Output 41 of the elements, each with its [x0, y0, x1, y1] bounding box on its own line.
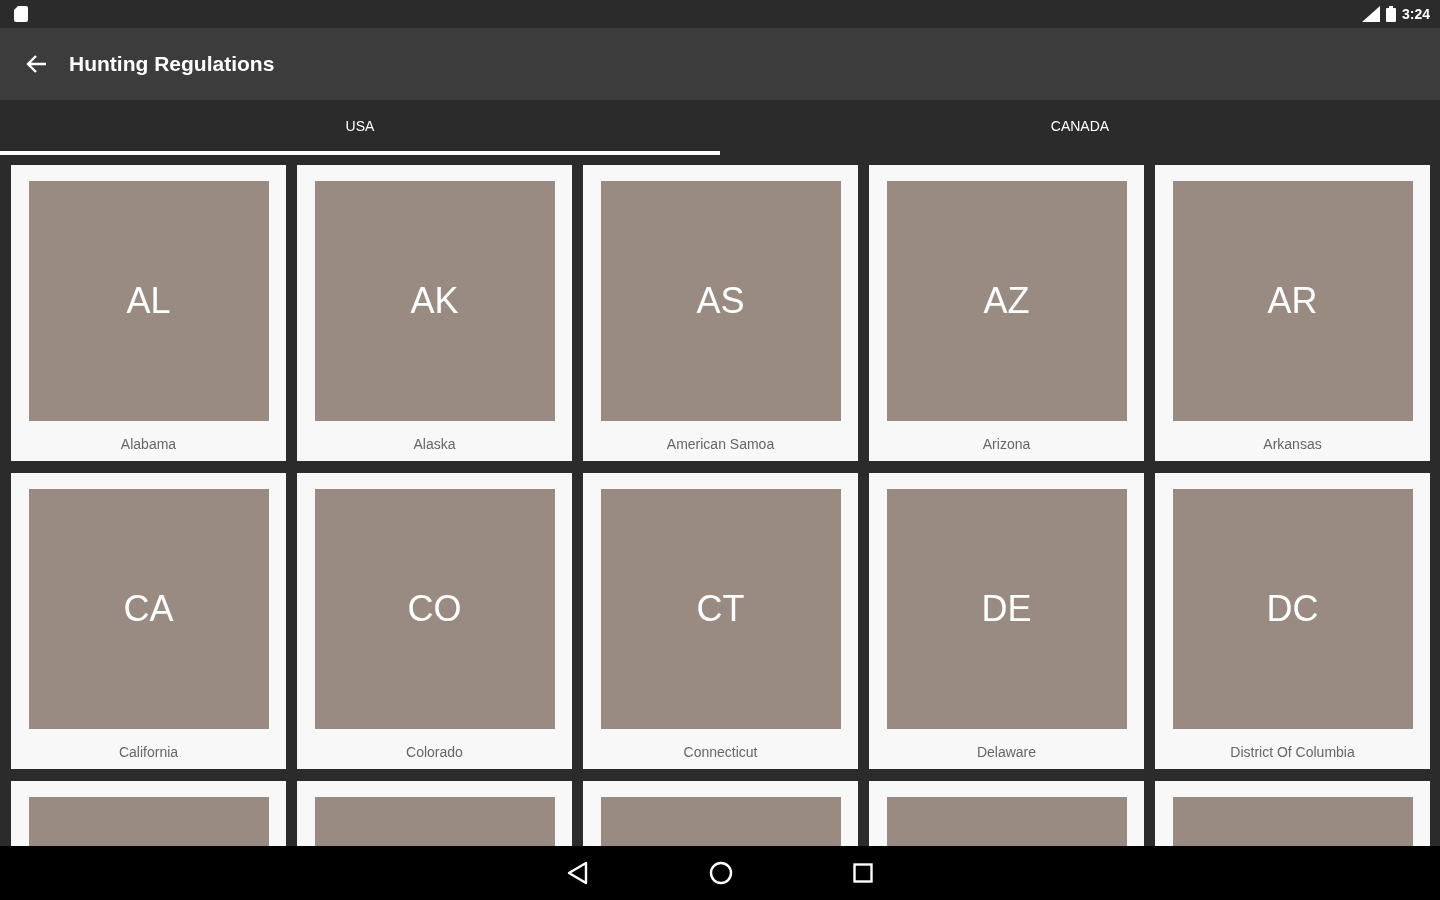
- state-code: AL: [126, 280, 171, 322]
- state-card[interactable]: AK Alaska: [297, 165, 572, 461]
- tab[interactable]: CANADA: [720, 100, 1440, 155]
- state-card[interactable]: CA California: [11, 473, 286, 769]
- state-name: Alabama: [120, 436, 177, 452]
- screen-title: Hunting Regulations: [69, 52, 275, 76]
- state-name: Colorado: [406, 744, 463, 760]
- battery-icon: [1385, 6, 1396, 22]
- state-code: CT: [696, 588, 745, 630]
- state-name: Alaska: [413, 436, 456, 452]
- state-code: CO: [407, 588, 462, 630]
- state-name: Arizona: [982, 436, 1031, 452]
- state-card[interactable]: AR Arkansas: [1155, 165, 1430, 461]
- state-name: Delaware: [976, 744, 1037, 760]
- state-card[interactable]: AZ Arizona: [869, 165, 1144, 461]
- home-icon[interactable]: [709, 861, 733, 885]
- back-icon[interactable]: [567, 861, 589, 885]
- sd-card-icon: [14, 6, 28, 22]
- state-card[interactable]: DE Delaware: [869, 473, 1144, 769]
- state-code: DC: [1266, 588, 1319, 630]
- state-name: Connecticut: [683, 744, 758, 760]
- state-code: DE: [981, 588, 1032, 630]
- state-card[interactable]: AS American Samoa: [583, 165, 858, 461]
- state-name: California: [118, 744, 179, 760]
- state-card[interactable]: AL Alabama: [11, 165, 286, 461]
- signal-icon: [1361, 6, 1380, 22]
- state-card[interactable]: CT Connecticut: [583, 473, 858, 769]
- state-code: AK: [410, 280, 459, 322]
- state-code: AS: [696, 280, 745, 322]
- clock-time: 3:24: [1401, 6, 1430, 22]
- state-name: District Of Columbia: [1230, 744, 1355, 760]
- state-code: AR: [1267, 280, 1318, 322]
- state-name: Arkansas: [1263, 436, 1322, 452]
- state-card[interactable]: DC District Of Columbia: [1155, 473, 1430, 769]
- back-arrow-icon[interactable]: [25, 54, 47, 74]
- state-name: American Samoa: [666, 436, 775, 452]
- state-code: CA: [123, 588, 174, 630]
- state-card[interactable]: CO Colorado: [297, 473, 572, 769]
- recents-icon[interactable]: [853, 863, 873, 883]
- state-code: AZ: [983, 280, 1030, 322]
- tab[interactable]: USA: [0, 100, 720, 155]
